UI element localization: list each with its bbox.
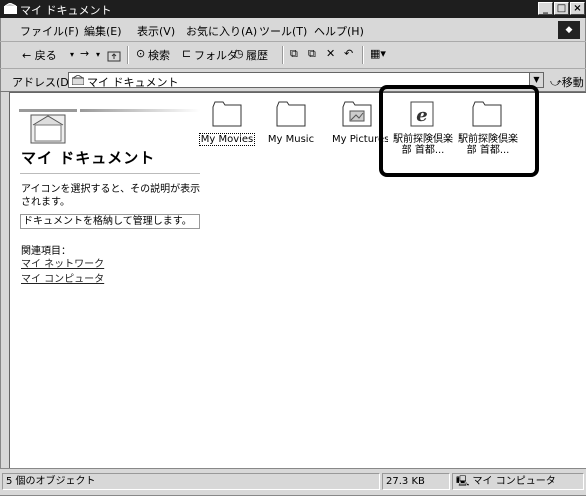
go-label: 移動 <box>561 76 584 89</box>
menu-edit[interactable]: 編集(E) <box>84 23 122 39</box>
forward-dropdown-icon[interactable]: ▾ <box>96 50 100 59</box>
search-icon: ⊙ <box>136 47 146 60</box>
copy-to-icon[interactable]: ⧉ <box>308 47 316 61</box>
folder-icon[interactable] <box>212 101 242 127</box>
windows-logo-icon: ◆ <box>558 21 580 39</box>
minimize-button[interactable]: _ <box>538 2 553 15</box>
back-dropdown-icon[interactable]: ▾ <box>70 50 74 59</box>
go-arrow-icon: ⤻ <box>550 76 562 89</box>
my-documents-icon <box>4 3 17 14</box>
up-folder-icon[interactable] <box>107 49 121 62</box>
folder-icon[interactable] <box>276 101 306 127</box>
close-button[interactable]: × <box>570 2 585 15</box>
menu-view[interactable]: 表示(V) <box>137 23 175 39</box>
go-button[interactable]: ⤻移動 <box>550 74 584 90</box>
item-label[interactable]: My Music <box>260 134 322 145</box>
menu-bar: ファイル(F) 編集(E) 表示(V) お気に入り(A) ツール(T) ヘルプ(… <box>0 19 586 42</box>
link-my-computer[interactable]: マイ コンピュータ <box>21 270 104 285</box>
history-button[interactable]: 履歴 <box>246 47 268 63</box>
panel-description: アイコンを選択すると、その説明が表示されます。 <box>21 184 201 208</box>
menu-favorites[interactable]: お気に入り(A) <box>186 23 257 39</box>
toolbar-separator <box>362 46 364 64</box>
item-label[interactable]: My Movies <box>196 133 258 146</box>
move-to-icon[interactable]: ⧉ <box>290 47 298 61</box>
my-documents-icon <box>72 75 84 85</box>
pictures-folder-icon[interactable] <box>342 101 372 127</box>
status-zone-label: マイ コンピュータ <box>472 476 556 487</box>
status-size: 27.3 KB <box>382 473 450 490</box>
views-icon[interactable]: ▦▾ <box>370 47 386 60</box>
search-button[interactable]: 検索 <box>148 47 170 63</box>
folders-button[interactable]: フォルダ <box>194 47 238 63</box>
menu-tools[interactable]: ツール(T) <box>259 23 307 39</box>
address-value: マイ ドキュメント <box>87 76 179 89</box>
status-bar: 5 個のオブジェクト 27.3 KB 🖳 マイ コンピュータ <box>0 468 586 495</box>
window-title: マイ ドキュメント <box>20 4 112 17</box>
undo-icon[interactable]: ↶ <box>344 47 353 60</box>
panel-info-box: ドキュメントを格納して管理します。 <box>20 214 200 229</box>
delete-icon[interactable]: ✕ <box>326 47 335 60</box>
panel-header-bar <box>80 109 200 112</box>
computer-icon: 🖳 <box>456 476 470 487</box>
panel-divider <box>20 173 200 174</box>
history-icon: ◷ <box>234 47 244 60</box>
my-documents-large-icon <box>19 109 77 144</box>
toolbar-separator <box>282 46 284 64</box>
status-object-count: 5 個のオブジェクト <box>2 473 380 490</box>
title-bar[interactable]: マイ ドキュメント _ □ × <box>0 0 586 18</box>
toolbar-separator <box>127 46 129 64</box>
panel-heading: マイ ドキュメント <box>21 149 156 167</box>
menu-help[interactable]: ヘルプ(H) <box>314 23 364 39</box>
back-button[interactable]: ← 戻る <box>22 47 57 63</box>
highlight-box <box>379 85 539 177</box>
menu-file[interactable]: ファイル(F) <box>20 23 79 39</box>
status-zone: 🖳 マイ コンピュータ <box>452 473 584 490</box>
forward-button[interactable]: → <box>80 47 89 60</box>
link-my-network[interactable]: マイ ネットワーク <box>21 255 104 270</box>
address-label: アドレス(D) <box>12 76 74 89</box>
folders-icon: ⊏ <box>182 47 192 60</box>
toolbar: ← 戻る ▾ → ▾ ⊙ 検索 ⊏ フォルダ ◷ 履歴 ⧉ ⧉ ✕ ↶ ▦▾ <box>0 42 586 69</box>
maximize-button[interactable]: □ <box>554 2 569 15</box>
